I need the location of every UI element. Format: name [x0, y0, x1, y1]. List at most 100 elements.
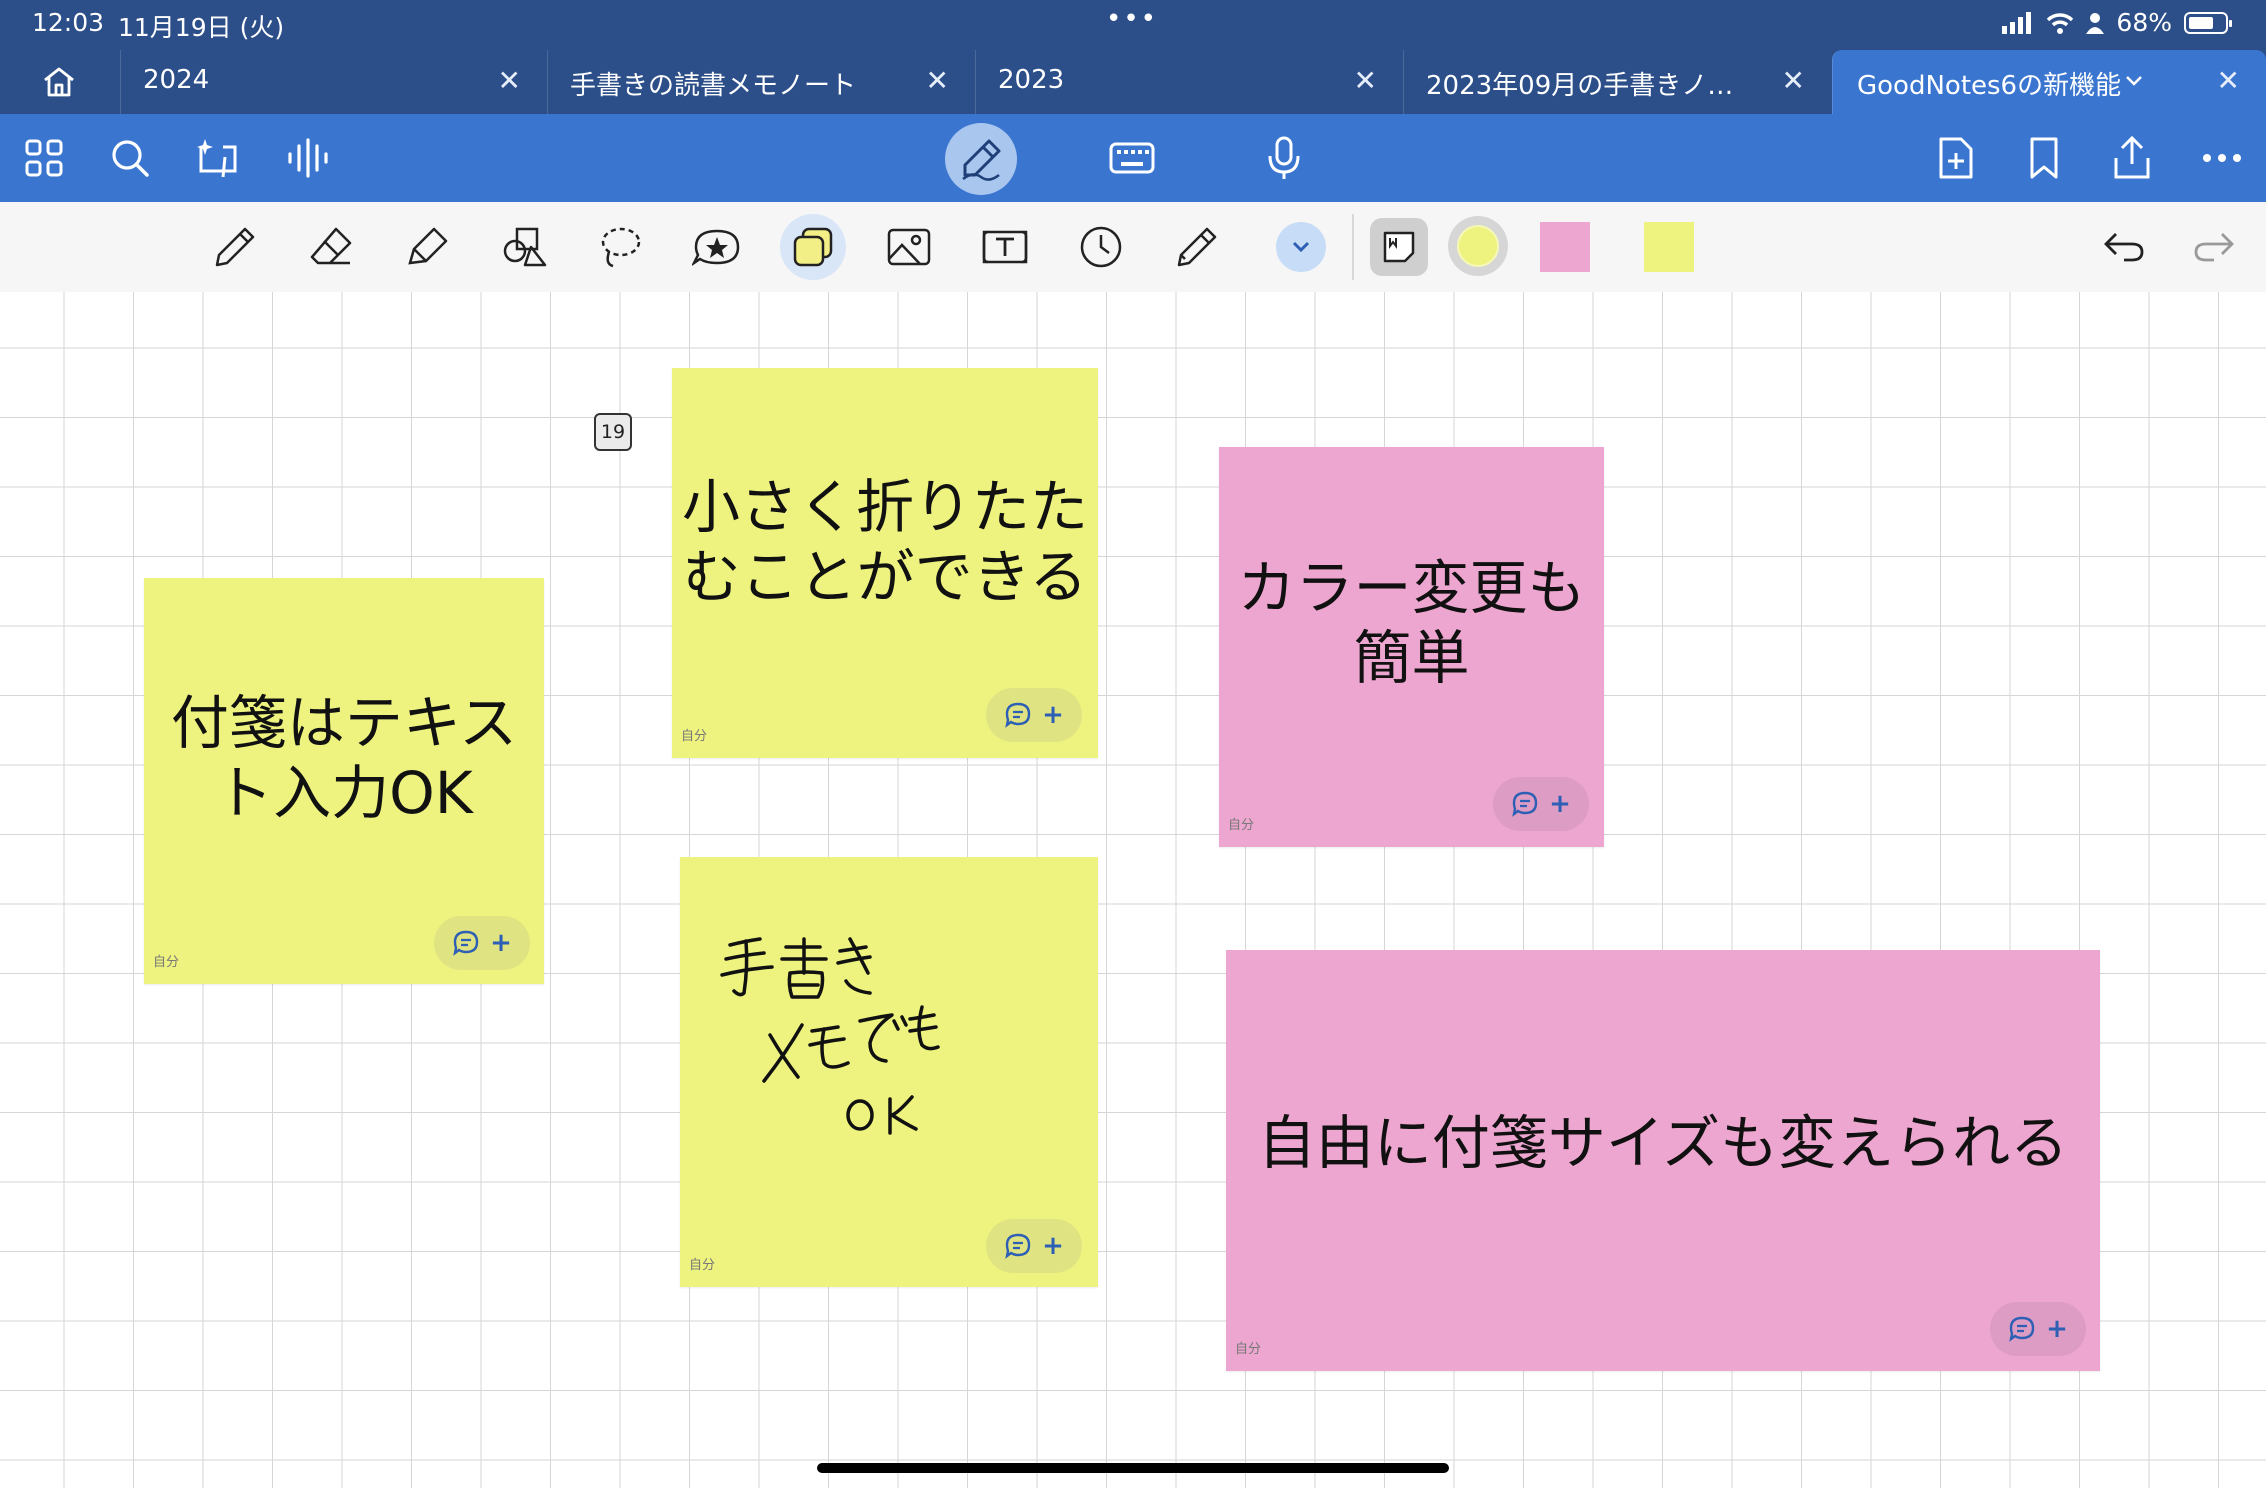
sticky-note[interactable]: カラー変更も 簡単 自分 + — [1219, 447, 1604, 847]
battery-icon — [2184, 11, 2232, 34]
tab-2023[interactable]: 2023 ✕ — [975, 50, 1403, 114]
elements-tool[interactable] — [684, 214, 750, 280]
tab-reading-notes[interactable]: 手書きの読書メモノート ✕ — [547, 50, 975, 114]
keyboard-icon — [1109, 142, 1155, 174]
add-comment-button[interactable]: + — [986, 1219, 1082, 1273]
sticky-note[interactable]: 小さく折りたた むことができる 自分 + — [672, 368, 1098, 758]
main-toolbar — [0, 114, 2266, 202]
text-line: 簡単 — [1353, 624, 1470, 692]
add-comment-button[interactable]: + — [1493, 777, 1589, 831]
eraser-icon — [310, 227, 352, 265]
sticky-note[interactable]: 自由に付箋サイズも変えられる 自分 + — [1226, 950, 2100, 1371]
text-tool[interactable] — [972, 214, 1038, 280]
clock-icon — [1080, 226, 1122, 268]
tab-close-icon[interactable]: ✕ — [498, 64, 521, 97]
redo-icon — [2194, 233, 2234, 262]
highlighter-icon — [408, 227, 448, 265]
sticky-note[interactable]: 付箋はテキス ト入力OK 自分 + — [144, 578, 544, 984]
pencil-tool[interactable] — [1164, 214, 1230, 280]
share-icon — [2114, 136, 2150, 179]
pen-tool[interactable] — [202, 214, 268, 280]
tab-close-icon[interactable]: ✕ — [1354, 64, 1377, 97]
audio-waveform-icon — [288, 138, 328, 178]
tab-label: 2024 — [143, 65, 210, 95]
microphone-button[interactable] — [1254, 128, 1314, 188]
more-button[interactable] — [2192, 128, 2252, 188]
microphone-icon — [1268, 136, 1300, 179]
person-icon — [2086, 12, 2105, 34]
sticky-note-text[interactable]: カラー変更も 簡単 — [1219, 553, 1604, 693]
sticky-note-tool[interactable] — [780, 214, 846, 280]
timer-tool[interactable] — [1068, 214, 1134, 280]
text-line: カラー変更も — [1237, 554, 1586, 622]
plus-icon: + — [1042, 700, 1064, 730]
selected-color-dot — [1457, 225, 1499, 267]
sticky-note[interactable]: 自分 + — [680, 857, 1098, 1287]
image-tool[interactable] — [876, 214, 942, 280]
more-icon — [2203, 154, 2241, 162]
pen-mode-button[interactable] — [945, 123, 1017, 195]
text-box-icon — [982, 230, 1028, 264]
color-swatch-pink[interactable] — [1540, 222, 1590, 272]
color-swatch-yellow-selected[interactable] — [1448, 216, 1508, 276]
sticker-star-icon — [692, 229, 740, 266]
comment-icon — [1005, 1233, 1031, 1259]
document-tab-bar: 2024 ✕ 手書きの読書メモノート ✕ 2023 ✕ 2023年09月の手書き… — [0, 50, 2266, 114]
highlighter-tool[interactable] — [395, 214, 461, 280]
color-swatch-yellow[interactable] — [1644, 222, 1694, 272]
chevron-down-icon[interactable] — [2125, 74, 2143, 88]
redo-button[interactable] — [2186, 222, 2242, 272]
audio-button[interactable] — [278, 128, 338, 188]
bookmark-button[interactable] — [2014, 128, 2074, 188]
comment-icon — [1512, 791, 1538, 817]
sparkle-select-icon — [197, 139, 237, 178]
tab-2023-09-notes[interactable]: 2023年09月の手書きノ… ✕ — [1403, 50, 1831, 114]
tab-label: 手書きの読書メモノート — [570, 71, 857, 101]
chevron-down-icon — [1292, 241, 1310, 253]
tab-goodnotes6-features[interactable]: GoodNotes6の新機能 ✕ — [1832, 50, 2266, 114]
note-author: 自分 — [681, 729, 708, 744]
add-comment-button[interactable]: + — [1990, 1302, 2086, 1356]
tab-label: 2023年09月の手書きノ… — [1426, 71, 1734, 101]
page-number-badge[interactable]: 19 — [594, 413, 632, 451]
thumbnails-button[interactable] — [14, 128, 74, 188]
expand-tools-button[interactable] — [1276, 222, 1326, 272]
tab-close-icon[interactable]: ✕ — [2217, 64, 2240, 97]
tab-label: GoodNotes6の新機能 — [1857, 71, 2122, 101]
text-line: 小さく折りたた — [681, 473, 1088, 541]
status-bar: 12:03 11月19日 (火) ••• 68% — [0, 0, 2266, 50]
pen-write-icon — [962, 139, 1001, 181]
keyboard-button[interactable] — [1102, 128, 1162, 188]
search-button[interactable] — [100, 128, 160, 188]
undo-button[interactable] — [2096, 222, 2152, 272]
home-button[interactable] — [0, 50, 118, 114]
pencil-icon — [1177, 227, 1217, 267]
sticky-note-style-button[interactable] — [1370, 218, 1428, 276]
multitasking-dots[interactable]: ••• — [1106, 4, 1158, 34]
shapes-icon — [503, 227, 547, 267]
shape-tool[interactable] — [492, 214, 558, 280]
lasso-tool[interactable] — [588, 214, 654, 280]
tab-2024[interactable]: 2024 ✕ — [120, 50, 547, 114]
search-icon — [112, 140, 149, 177]
add-comment-button[interactable]: + — [986, 688, 1082, 742]
home-icon — [44, 67, 74, 97]
sticky-note-text[interactable]: 自由に付箋サイズも変えられる — [1226, 1108, 2100, 1178]
note-author: 自分 — [1228, 818, 1255, 833]
image-icon — [887, 228, 931, 266]
add-page-button[interactable] — [1926, 128, 1986, 188]
add-comment-button[interactable]: + — [434, 916, 530, 970]
share-button[interactable] — [2102, 128, 2162, 188]
tab-close-icon[interactable]: ✕ — [1782, 64, 1805, 97]
eraser-tool[interactable] — [298, 214, 364, 280]
wifi-icon — [2047, 12, 2074, 34]
tab-close-icon[interactable]: ✕ — [926, 64, 949, 97]
sticky-note-text[interactable]: 付箋はテキス ト入力OK — [144, 688, 544, 828]
comment-icon — [2009, 1316, 2035, 1342]
sticky-note-text[interactable]: 小さく折りたた むことができる — [672, 472, 1098, 612]
plus-icon: + — [1042, 1231, 1064, 1261]
lasso-ai-button[interactable] — [188, 128, 248, 188]
grid-icon — [25, 139, 63, 177]
home-indicator[interactable] — [817, 1463, 1449, 1473]
comment-icon — [453, 930, 479, 956]
